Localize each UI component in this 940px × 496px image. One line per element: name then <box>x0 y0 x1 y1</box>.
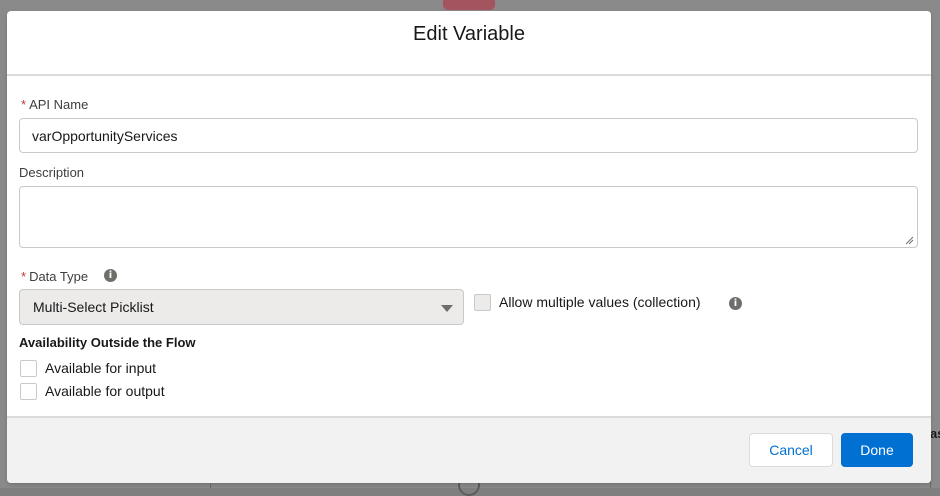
modal-header: Edit Variable <box>7 11 931 76</box>
chevron-down-icon <box>441 305 453 312</box>
available-for-input-checkbox[interactable] <box>20 360 37 377</box>
done-button[interactable]: Done <box>841 433 913 467</box>
data-type-selected-value: Multi-Select Picklist <box>33 299 154 315</box>
api-name-label: * API Name <box>21 97 88 112</box>
edit-variable-modal: Edit Variable *API Name Description *Dat… <box>7 11 931 483</box>
available-for-output-label: Available for output <box>45 383 165 399</box>
info-icon[interactable]: i <box>104 269 117 282</box>
background-element <box>443 0 495 10</box>
api-name-label-text: API Name <box>29 97 89 112</box>
allow-multiple-label: Allow multiple values (collection) <box>499 294 701 310</box>
modal-title: Edit Variable <box>413 23 525 46</box>
availability-section-title: Availability Outside the Flow <box>19 335 196 350</box>
api-name-input[interactable] <box>19 118 918 153</box>
allow-multiple-checkbox[interactable] <box>474 294 491 311</box>
description-label: Description <box>19 165 85 180</box>
required-marker: * <box>21 97 27 112</box>
modal-body: *API Name Description *Data Type i Multi… <box>7 76 931 416</box>
required-marker: * <box>21 269 27 284</box>
resize-grip-icon[interactable] <box>904 235 914 245</box>
data-type-label-text: Data Type <box>29 269 89 284</box>
cancel-button[interactable]: Cancel <box>749 433 833 467</box>
data-type-select[interactable]: Multi-Select Picklist <box>19 289 464 325</box>
modal-footer: Cancel Done <box>7 416 931 483</box>
data-type-label: * Data Type <box>21 269 88 284</box>
available-for-input-label: Available for input <box>45 360 157 376</box>
background-partial-text: as <box>930 426 940 441</box>
available-for-output-checkbox[interactable] <box>20 383 37 400</box>
info-icon[interactable]: i <box>729 297 742 310</box>
description-textarea[interactable] <box>19 186 918 248</box>
